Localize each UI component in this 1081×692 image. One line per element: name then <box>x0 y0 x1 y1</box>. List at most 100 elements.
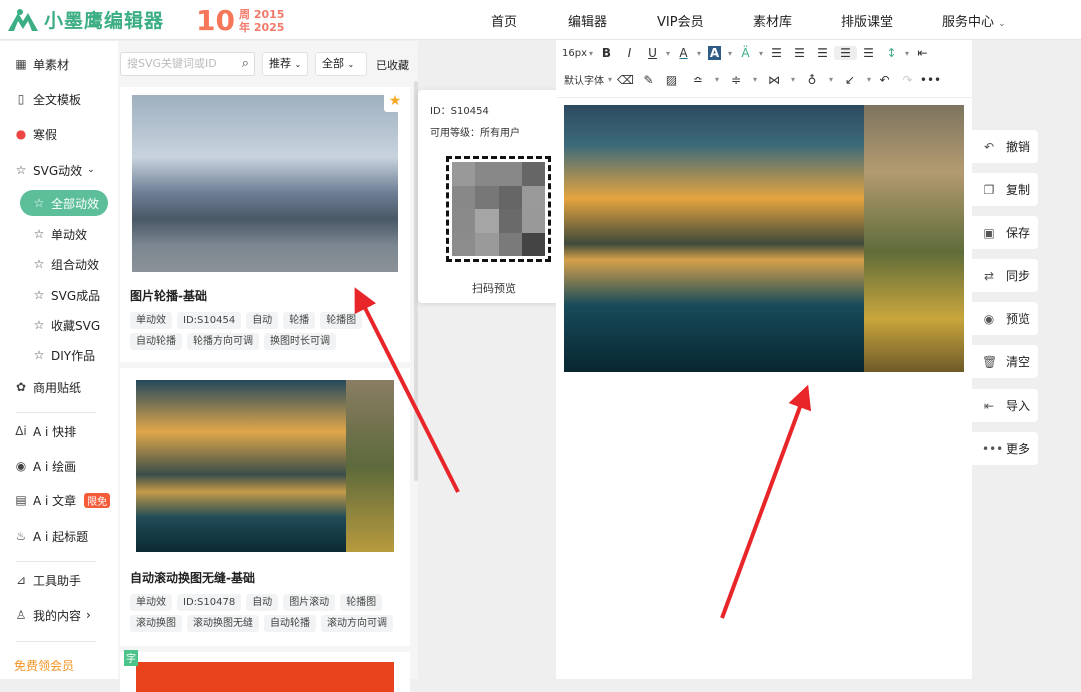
tag[interactable]: 滚动方向可调 <box>321 615 393 632</box>
free-vip-link[interactable]: 免费领会员 <box>14 655 74 675</box>
anniversary-badge: 10 周 2015 年 2025 <box>196 4 284 37</box>
nav-service[interactable]: 服务中心 ⌄ <box>942 11 1006 30</box>
side-spacing-icon[interactable]: ⋈ <box>759 73 789 87</box>
tag[interactable]: 单动效 <box>130 312 172 329</box>
nav-materials[interactable]: 素材库 <box>753 11 792 30</box>
editor-image[interactable] <box>564 105 864 372</box>
tag[interactable]: 换图时长可调 <box>264 333 336 350</box>
indent-icon[interactable]: ☰ <box>857 46 880 60</box>
filter-select[interactable]: 全部 ⌄ <box>315 52 367 76</box>
undo-icon[interactable]: ↶ <box>873 73 896 87</box>
save-button[interactable]: ▣ 保存 <box>972 216 1038 249</box>
sidebar-item-winter[interactable]: ● 寒假 <box>14 124 57 144</box>
sidebar-sub-all[interactable]: ☆ 全部动效 <box>20 190 108 216</box>
redo-icon[interactable]: ↷ <box>896 73 919 87</box>
sidebar-sub-single[interactable]: ☆ 单动效 <box>32 224 87 244</box>
exit-icon[interactable]: ⇤ <box>911 46 934 60</box>
sidebar-sub-finished[interactable]: ☆ SVG成品 <box>32 285 101 305</box>
spacing-before-icon[interactable]: ≏ <box>683 73 713 87</box>
tag[interactable]: 图片滚动 <box>283 594 336 611</box>
search-icon[interactable]: ⌕ <box>242 53 249 75</box>
logo[interactable]: 小墨鹰编辑器 <box>6 6 164 33</box>
nav-home[interactable]: 首页 <box>491 11 517 30</box>
tag[interactable]: 滚动换图无缝 <box>187 615 259 632</box>
label: 我的内容 <box>33 608 82 623</box>
editor-canvas[interactable]: 16px ▾ B I U ▾ A ▾ A ▾ Ä ▾ ☰ ☰ ☰ ☰ ☰ ↕ ▾ ⇤ 默认字… <box>556 40 972 679</box>
card-title: 图片轮播-基础 <box>130 289 207 303</box>
favorites-link[interactable]: 已收藏 <box>376 57 409 73</box>
material-card[interactable]: 字 <box>120 650 410 692</box>
star-icon[interactable]: ★ <box>384 90 406 112</box>
year-end: 2025 <box>253 20 285 34</box>
sidebar-item-ai-layout[interactable]: Δi A i 快排 <box>14 421 76 441</box>
tag[interactable]: 轮播图 <box>340 594 383 611</box>
tag[interactable]: 自动轮播 <box>264 615 316 632</box>
sidebar-item-ai-paint[interactable]: ◉ A i 绘画 <box>14 456 76 476</box>
letter-spacing-icon[interactable]: Ä <box>734 46 757 60</box>
tag[interactable]: 自动 <box>246 312 279 329</box>
label: 寒假 <box>33 127 58 142</box>
italic-icon[interactable]: I <box>618 46 641 60</box>
qr-cell <box>452 232 476 256</box>
sidebar-item-my-content[interactable]: ♙ 我的内容 › <box>14 605 91 625</box>
material-card[interactable]: 自动滚动换图无缝-基础 单动效 ID:S10478 自动 图片滚动 轮播图 滚动换图 滚动换… <box>120 368 410 646</box>
tag[interactable]: ID:S10478 <box>177 594 242 611</box>
underline-icon[interactable]: U <box>641 46 664 60</box>
tag[interactable]: 滚动换图 <box>130 615 182 632</box>
search-input[interactable]: 搜SVG关键词或ID ⌕ <box>120 52 255 76</box>
sidebar-item-single[interactable]: ▦ 单素材 <box>14 54 69 74</box>
align-left-icon[interactable]: ☰ <box>765 46 788 60</box>
nav-vip[interactable]: VIP会员 <box>657 11 704 30</box>
sync-button[interactable]: ⇄ 同步 <box>972 259 1038 292</box>
sidebar-item-svg[interactable]: ☆ SVG动效 ⌄ <box>14 160 95 180</box>
format-brush-icon[interactable]: ✎ <box>637 73 660 87</box>
sidebar-sub-favorites[interactable]: ☆ 收藏SVG <box>32 315 101 335</box>
image-icon[interactable]: ▨ <box>660 73 683 87</box>
more-button[interactable]: ••• 更多 <box>972 432 1038 465</box>
arrow-icon[interactable]: ↙ <box>835 73 865 87</box>
font-size-select[interactable]: 16px <box>562 48 587 59</box>
copy-button[interactable]: ❐ 复制 <box>972 173 1038 206</box>
card-tags: 单动效 ID:S10478 自动 图片滚动 轮播图滚动换图 滚动换图无缝 自动轮播 滚动方向可… <box>130 594 405 632</box>
sidebar-item-ai-title[interactable]: ♨ A i 起标题 <box>14 526 89 546</box>
tag[interactable]: 轮播 <box>283 312 316 329</box>
ai-icon: Δi <box>15 424 27 438</box>
highlight-icon[interactable]: A <box>703 46 726 60</box>
font-family-select[interactable]: 默认字体 <box>562 72 606 87</box>
sidebar-sub-combo[interactable]: ☆ 组合动效 <box>32 254 99 274</box>
align-right-icon[interactable]: ☰ <box>811 46 834 60</box>
sidebar-item-template[interactable]: ▯ 全文模板 <box>14 89 81 109</box>
top-header: 小墨鹰编辑器 10 周 2015 年 2025 首页 编辑器 VIP会员 素材库… <box>0 0 1081 40</box>
tag[interactable]: 自动 <box>246 594 279 611</box>
tag[interactable]: 单动效 <box>130 594 172 611</box>
sort-select[interactable]: 推荐 ⌄ <box>262 52 308 76</box>
bulb-icon[interactable]: ♁ <box>797 73 827 87</box>
nav-course[interactable]: 排版课堂 <box>841 11 893 30</box>
bold-icon[interactable]: B <box>595 46 618 60</box>
preview-button[interactable]: ◉ 预览 <box>972 302 1038 335</box>
align-justify-icon[interactable]: ☰ <box>834 46 857 60</box>
spacing-after-icon[interactable]: ≑ <box>721 73 751 87</box>
sidebar-item-ai-article[interactable]: ▤ A i 文章 限免 <box>14 490 111 510</box>
more-icon[interactable]: ••• <box>919 73 942 87</box>
eraser-icon[interactable]: ⌫ <box>614 73 637 87</box>
editor-image-side[interactable] <box>864 105 964 372</box>
grid-icon: ▦ <box>15 57 27 71</box>
label: 单动效 <box>51 227 88 242</box>
clear-button[interactable]: 🗑 清空 <box>972 345 1038 378</box>
tag[interactable]: 自动轮播 <box>130 333 182 350</box>
tag[interactable]: 轮播方向可调 <box>187 333 259 350</box>
font-color-icon[interactable]: A <box>672 46 695 60</box>
nav-editor[interactable]: 编辑器 <box>568 11 607 30</box>
sidebar-item-stickers[interactable]: ✿ 商用贴纸 <box>14 377 81 397</box>
tag[interactable]: ID:S10454 <box>177 312 242 329</box>
tag[interactable]: 轮播图 <box>320 312 363 329</box>
sidebar-sub-diy[interactable]: ☆ DIY作品 <box>32 345 96 365</box>
undo-button[interactable]: ↶ 撤销 <box>972 130 1038 163</box>
sidebar-item-tools[interactable]: ⊿ 工具助手 <box>14 570 81 590</box>
material-card[interactable]: ★ 图片轮播-基础 单动效 ID:S10454 自动 轮播 轮播图 自动轮播 轮播方向可调换… <box>120 87 410 362</box>
card-thumbnail <box>136 380 346 552</box>
align-center-icon[interactable]: ☰ <box>788 46 811 60</box>
line-height-icon[interactable]: ↕ <box>880 46 903 60</box>
import-button[interactable]: ⇤ 导入 <box>972 389 1038 422</box>
